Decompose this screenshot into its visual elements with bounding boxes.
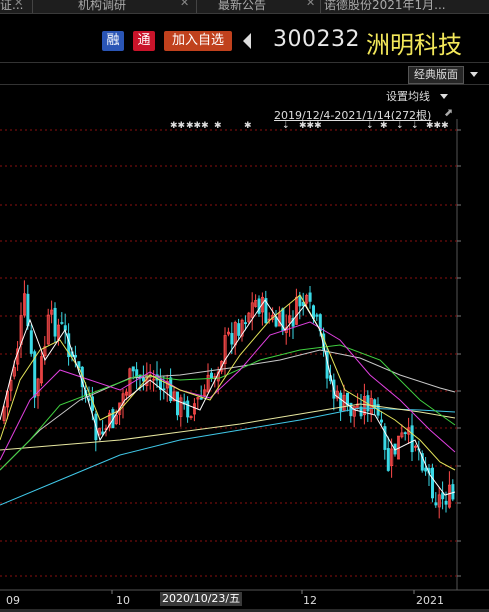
candle-body (74, 354, 78, 358)
event-marker-icon: ✱✱ (170, 121, 185, 131)
candle-body (175, 391, 179, 416)
candle-body (29, 330, 33, 354)
candle-body (131, 366, 135, 372)
candle-body (379, 419, 383, 423)
candle-body (186, 400, 190, 418)
candle-body (403, 432, 407, 435)
event-marker-icon: ✱ (244, 121, 252, 131)
candle-body (237, 323, 241, 336)
ma-setting-button[interactable]: 设置均线 (386, 88, 430, 104)
candle-body (315, 314, 319, 317)
x-axis-label: 09 (6, 594, 20, 607)
candle-body (410, 425, 414, 453)
ma250-line (0, 407, 456, 506)
candle-body (451, 484, 455, 500)
candle-body (434, 502, 438, 506)
x-axis-crosshair-date: 2020/10/23/五 (160, 592, 243, 606)
date-range-label[interactable]: 2019/12/4-2021/1/14(272根) (274, 107, 431, 123)
candle-body (162, 388, 166, 391)
x-axis-label: 12 (303, 594, 317, 607)
candle-body (209, 372, 213, 380)
candle-body (26, 293, 30, 327)
ma10-line (0, 294, 456, 471)
candle-body (230, 332, 234, 345)
candle-body (53, 307, 57, 337)
x-axis-label: 2021 (416, 594, 444, 607)
candle-body (243, 322, 247, 325)
event-marker-icon: ✱ (214, 121, 222, 131)
candle-body (141, 377, 145, 382)
ma60-line (0, 349, 456, 471)
pin-icon[interactable]: ⬈ (444, 106, 453, 119)
event-marker-icon: ✱✱✱ (186, 121, 209, 131)
candle-body (424, 467, 428, 472)
candle-body (444, 500, 448, 505)
candle-body (199, 397, 203, 400)
candle-body (339, 392, 343, 412)
x-axis-label: 10 (116, 594, 130, 607)
candle-body (298, 295, 302, 307)
candle-body (257, 298, 261, 314)
candle-body (386, 448, 390, 471)
chevron-down-icon[interactable] (440, 94, 448, 99)
candle-body (430, 467, 434, 499)
ma120-line (0, 403, 456, 451)
candle-body (60, 322, 64, 324)
candle-body (308, 292, 312, 302)
